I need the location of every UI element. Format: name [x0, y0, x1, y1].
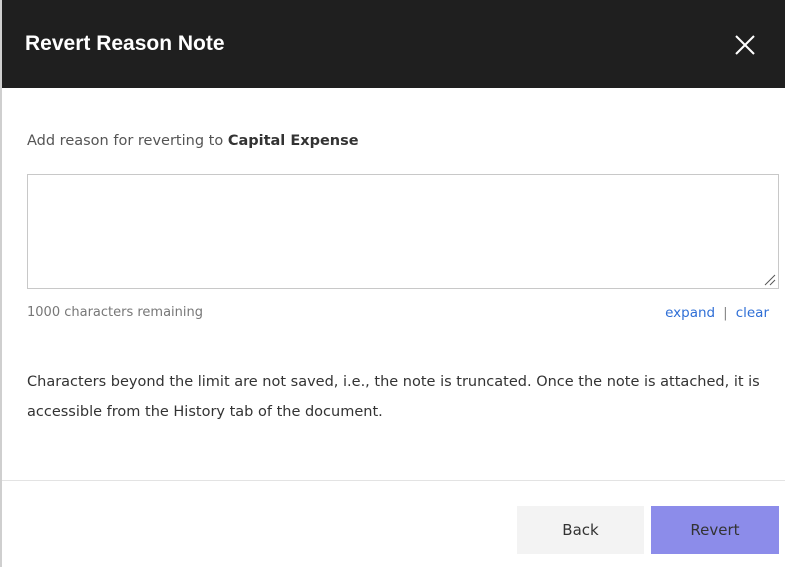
- revert-reason-dialog: Revert Reason Note Add reason for revert…: [0, 0, 785, 567]
- resize-handle-icon[interactable]: [762, 271, 776, 286]
- dialog-title: Revert Reason Note: [25, 32, 225, 55]
- intro-prefix: Add reason for reverting to: [27, 133, 228, 149]
- dialog-header: Revert Reason Note: [2, 0, 785, 88]
- characters-remaining: 1000 characters remaining: [27, 305, 204, 320]
- close-icon[interactable]: [728, 28, 762, 62]
- reason-note-textarea[interactable]: [27, 174, 779, 289]
- footer-divider: [2, 480, 785, 481]
- revert-button[interactable]: Revert: [651, 506, 779, 554]
- truncation-info-text: Characters beyond the limit are not save…: [27, 374, 760, 420]
- intro-text: Add reason for reverting to Capital Expe…: [27, 130, 359, 152]
- expand-link[interactable]: expand: [665, 305, 715, 321]
- clear-link[interactable]: clear: [736, 305, 769, 321]
- link-separator: |: [723, 305, 728, 321]
- revert-target-label: Capital Expense: [227, 133, 359, 149]
- textarea-actions: expand | clear: [665, 304, 769, 322]
- back-button[interactable]: Back: [517, 506, 644, 554]
